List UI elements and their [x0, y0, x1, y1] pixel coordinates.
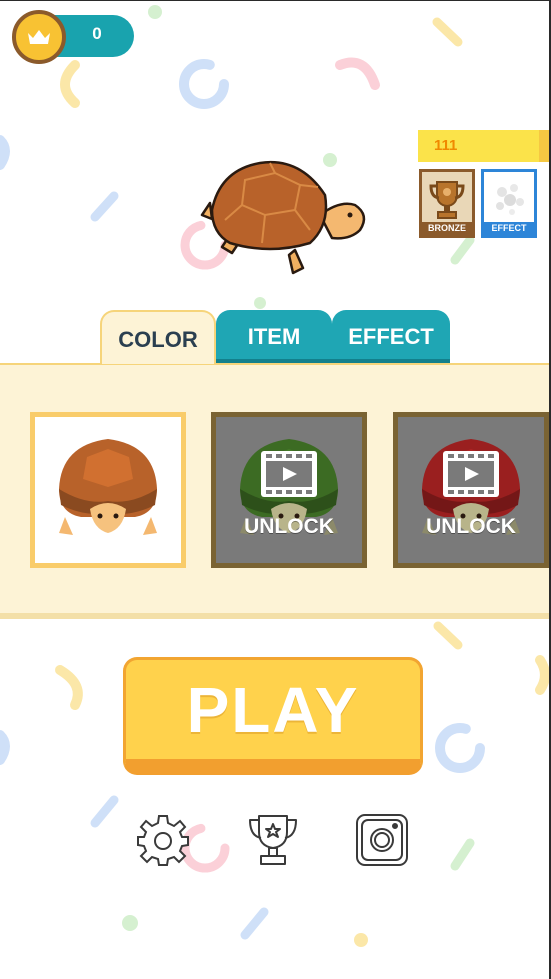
effect-badge[interactable]: EFFECT	[481, 169, 537, 238]
trophy-icon	[249, 815, 297, 865]
skin-card-green[interactable]: UNLOCK	[211, 412, 367, 568]
instagram-button[interactable]	[354, 812, 410, 868]
effect-icon	[496, 184, 524, 215]
turtle-character	[200, 160, 366, 275]
video-ad-icon	[261, 451, 317, 497]
crown-score-value: 0	[92, 24, 102, 43]
settings-button[interactable]	[135, 812, 191, 868]
achievements-button[interactable]	[245, 812, 301, 868]
bronze-badge-label: BRONZE	[422, 222, 472, 235]
tab-color[interactable]: COLOR	[100, 310, 216, 364]
tab-effect[interactable]: EFFECT	[332, 310, 450, 364]
effect-badge-label: EFFECT	[484, 222, 534, 235]
unlock-label: UNLOCK	[426, 515, 516, 538]
video-ad-icon	[443, 451, 499, 497]
skin-card-brown[interactable]	[30, 412, 186, 568]
turtle-skin-icon	[59, 439, 157, 535]
skin-card-red[interactable]: UNLOCK	[393, 412, 549, 568]
unlock-label: UNLOCK	[244, 515, 334, 538]
tab-item[interactable]: ITEM	[216, 310, 332, 364]
play-button[interactable]: PLAY	[123, 657, 423, 775]
trophy-progress-value: 111	[434, 137, 458, 154]
trophy-icon	[429, 181, 465, 219]
bronze-badge[interactable]: BRONZE	[419, 169, 475, 238]
camera-icon	[356, 814, 408, 866]
crown-badge	[12, 10, 66, 64]
crown-icon	[28, 30, 50, 44]
gear-icon	[137, 815, 189, 866]
